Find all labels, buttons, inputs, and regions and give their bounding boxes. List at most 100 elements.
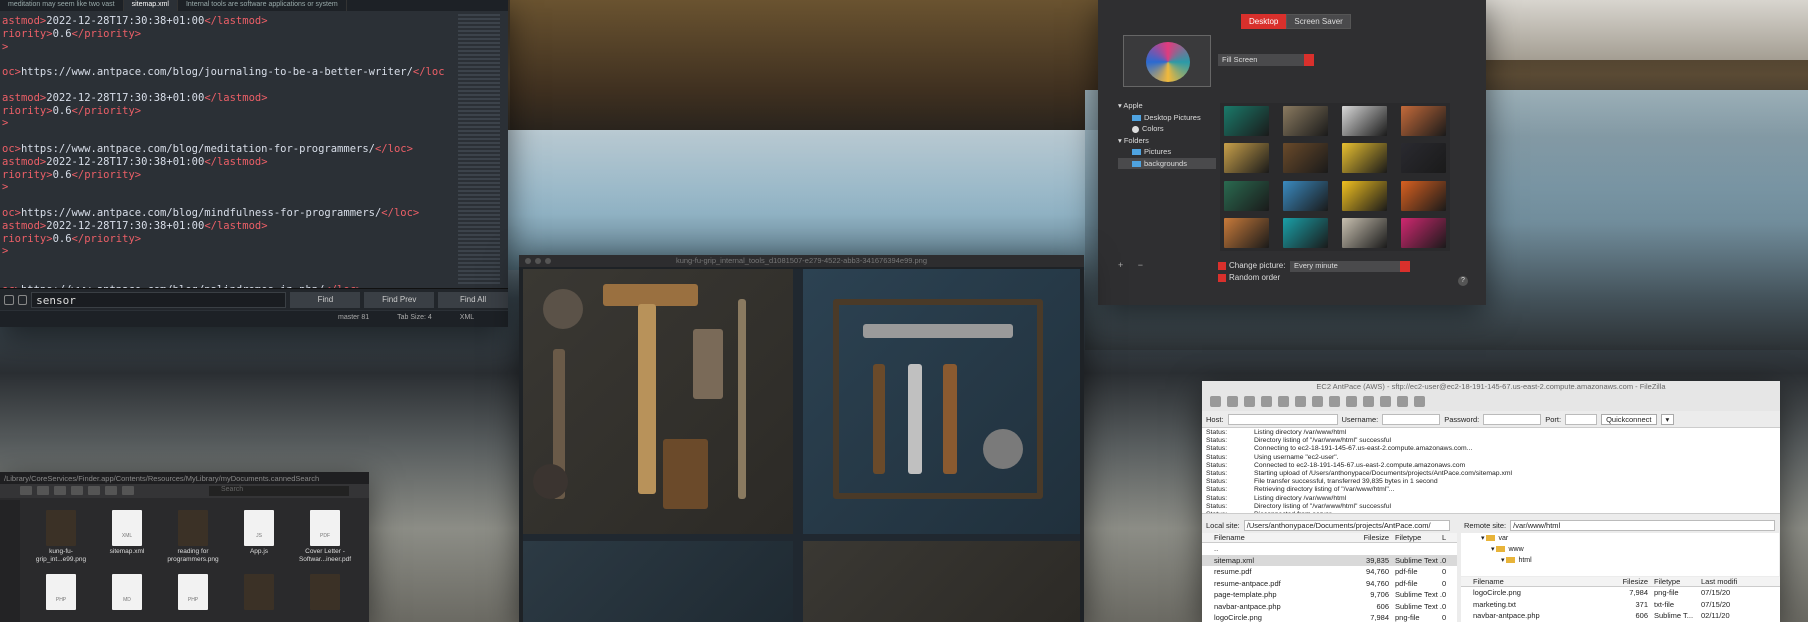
toggle-tree-icon[interactable]	[1244, 396, 1255, 407]
wallpaper-thumbnail[interactable]	[1224, 143, 1269, 174]
wallpaper-thumbnail[interactable]	[1342, 106, 1387, 136]
add-remove-buttons[interactable]: + −	[1118, 260, 1149, 270]
remote-directory-tree[interactable]: ▾ var ▾ www ▾ html	[1461, 533, 1779, 576]
wallpaper-thumbnail[interactable]	[1283, 106, 1328, 136]
wallpaper-thumbnail[interactable]	[1224, 180, 1269, 211]
wallpaper-thumbnail[interactable]	[1401, 106, 1446, 136]
column-header[interactable]: Last modifi	[1701, 577, 1761, 586]
case-toggle-icon[interactable]	[17, 294, 28, 305]
tree-node[interactable]: ▾ www	[1461, 544, 1779, 555]
git-branch[interactable]: master 81	[338, 314, 369, 327]
local-site-input[interactable]: /Users/anthonypace/Documents/projects/An…	[1243, 519, 1450, 531]
tree-node[interactable]: ▾ var	[1461, 533, 1779, 544]
tree-node[interactable]: ▾ html	[1461, 555, 1779, 566]
fill-mode-select[interactable]: Fill Screen	[1218, 54, 1314, 66]
find-button[interactable]: Find	[290, 291, 361, 308]
tab-desktop[interactable]: Desktop	[1241, 14, 1287, 29]
host-input[interactable]	[1227, 413, 1338, 425]
column-header[interactable]: Filesize	[1352, 533, 1392, 542]
port-input[interactable]	[1565, 413, 1598, 425]
table-row[interactable]: ..	[1202, 543, 1457, 555]
table-row[interactable]: logoCircle.png 7,984 png-file 0	[1202, 612, 1457, 622]
gallery-view-icon[interactable]	[71, 486, 83, 495]
column-header[interactable]: Filetype	[1392, 533, 1442, 542]
refresh-icon[interactable]	[1278, 396, 1289, 407]
change-picture-option[interactable]: Change picture:	[1218, 260, 1285, 272]
tab-screen-saver[interactable]: Screen Saver	[1286, 14, 1351, 29]
sync-browse-icon[interactable]	[1397, 396, 1408, 407]
toggle-remote-tree-icon[interactable]	[1261, 396, 1272, 407]
cancel-icon[interactable]	[1312, 396, 1323, 407]
image-viewer-window[interactable]: kung-fu-grip_internal_tools_d1081507-e27…	[519, 255, 1084, 622]
regex-toggle-icon[interactable]	[4, 294, 14, 305]
zoom-icon[interactable]	[545, 258, 551, 264]
wallpaper-thumbnail[interactable]	[1283, 180, 1328, 211]
finder-window[interactable]: /Library/CoreServices/Finder.app/Content…	[0, 472, 369, 622]
tab-size[interactable]: Tab Size: 4	[397, 314, 432, 327]
close-icon[interactable]	[525, 258, 531, 264]
desktop-preferences-window[interactable]: Desktop Screen Saver Fill Screen ▾ Apple…	[1098, 0, 1486, 305]
table-row[interactable]: navbar-antpace.php 606 Sublime T... 02/11/2…	[1461, 610, 1780, 622]
sublime-text-window[interactable]: meditation may seem like two vast sitema…	[0, 0, 508, 327]
wallpaper-thumbnail[interactable]	[1224, 217, 1269, 248]
interval-select[interactable]: Every minute	[1290, 261, 1410, 272]
file-item[interactable]: JS App.js	[226, 510, 292, 564]
source-item[interactable]: Desktop Pictures	[1118, 112, 1216, 124]
wallpaper-thumbnail[interactable]	[1401, 180, 1446, 211]
checkbox-icon[interactable]	[1218, 274, 1226, 282]
local-file-list[interactable]: Filename Filesize Filetype L.. sitemap.xml 39…	[1202, 533, 1457, 622]
file-item[interactable]: XML sitemap.xml	[94, 510, 160, 564]
site-manager-icon[interactable]	[1210, 396, 1221, 407]
column-header[interactable]: Filetype	[1651, 577, 1701, 586]
filezilla-window[interactable]: EC2 AntPace (AWS) - sftp://ec2-user@ec2-…	[1202, 381, 1780, 622]
wallpaper-thumbnail[interactable]	[1283, 217, 1328, 248]
column-header[interactable]: L	[1442, 533, 1452, 542]
wallpaper-thumbnail[interactable]	[1342, 217, 1387, 248]
find-input[interactable]: sensor	[31, 291, 287, 308]
search-icon[interactable]	[1414, 396, 1425, 407]
table-row[interactable]: logoCircle.png 7,984 png-file 07/15/20	[1461, 587, 1780, 599]
source-item[interactable]: Colors	[1118, 123, 1216, 135]
quickconnect-button[interactable]: Quickconnect	[1601, 413, 1657, 425]
icon-view-icon[interactable]	[20, 486, 32, 495]
group-icon[interactable]	[88, 486, 100, 495]
wallpaper-thumbnail[interactable]	[1401, 217, 1446, 248]
tab-meditation[interactable]: meditation may seem like two vast	[0, 0, 124, 11]
finder-sidebar[interactable]	[0, 500, 20, 622]
wallpaper-thumbnail[interactable]	[1401, 143, 1446, 174]
wallpaper-thumbnail[interactable]	[1342, 143, 1387, 174]
table-row[interactable]: resume-antpace.pdf 94,760 pdf-file 0	[1202, 578, 1457, 590]
find-all-button[interactable]: Find All	[438, 291, 508, 308]
syntax-mode[interactable]: XML	[460, 314, 474, 327]
remote-file-list[interactable]: Filename Filesize Filetype Last modifi logoC…	[1461, 577, 1780, 622]
file-item[interactable]	[226, 574, 292, 612]
file-item[interactable]: reading for programmers.png	[160, 510, 226, 564]
random-order-option[interactable]: Random order	[1218, 272, 1285, 284]
message-log[interactable]: Status: Listing directory /var/www/html St…	[1202, 428, 1780, 514]
file-item[interactable]	[358, 510, 369, 564]
column-header[interactable]: Filename	[1202, 533, 1352, 542]
source-item[interactable]: ▾ Apple	[1118, 100, 1216, 112]
minimap[interactable]	[458, 14, 500, 284]
tab-internal-tools[interactable]: Internal tools are software applications…	[178, 0, 347, 11]
remote-site-input[interactable]: /var/www/html	[1510, 519, 1776, 531]
wallpaper-thumbnail[interactable]	[1342, 180, 1387, 211]
file-item[interactable]: MD	[94, 574, 160, 612]
source-item[interactable]: Pictures	[1118, 146, 1216, 158]
action-gear-icon[interactable]	[105, 486, 117, 495]
tab-sitemap[interactable]: sitemap.xml	[123, 0, 178, 11]
code-editor[interactable]: astmod>2022-12-28T17:30:38+01:00</lastmo…	[0, 11, 508, 297]
username-input[interactable]	[1382, 413, 1441, 425]
file-item[interactable]: kung-fu-grip_int...e99.png	[28, 510, 94, 564]
process-queue-icon[interactable]	[1295, 396, 1306, 407]
column-header[interactable]: Filesize	[1611, 577, 1651, 586]
find-prev-button[interactable]: Find Prev	[364, 291, 435, 308]
compare-icon[interactable]	[1380, 396, 1391, 407]
wallpaper-thumbnail[interactable]	[1224, 106, 1269, 136]
help-button[interactable]: ?	[1458, 276, 1468, 286]
source-item[interactable]: ▾ Folders	[1118, 135, 1216, 147]
source-item[interactable]: backgrounds	[1118, 157, 1216, 169]
reconnect-icon[interactable]	[1346, 396, 1357, 407]
file-item[interactable]	[292, 574, 358, 612]
column-header[interactable]: Filename	[1461, 577, 1611, 586]
